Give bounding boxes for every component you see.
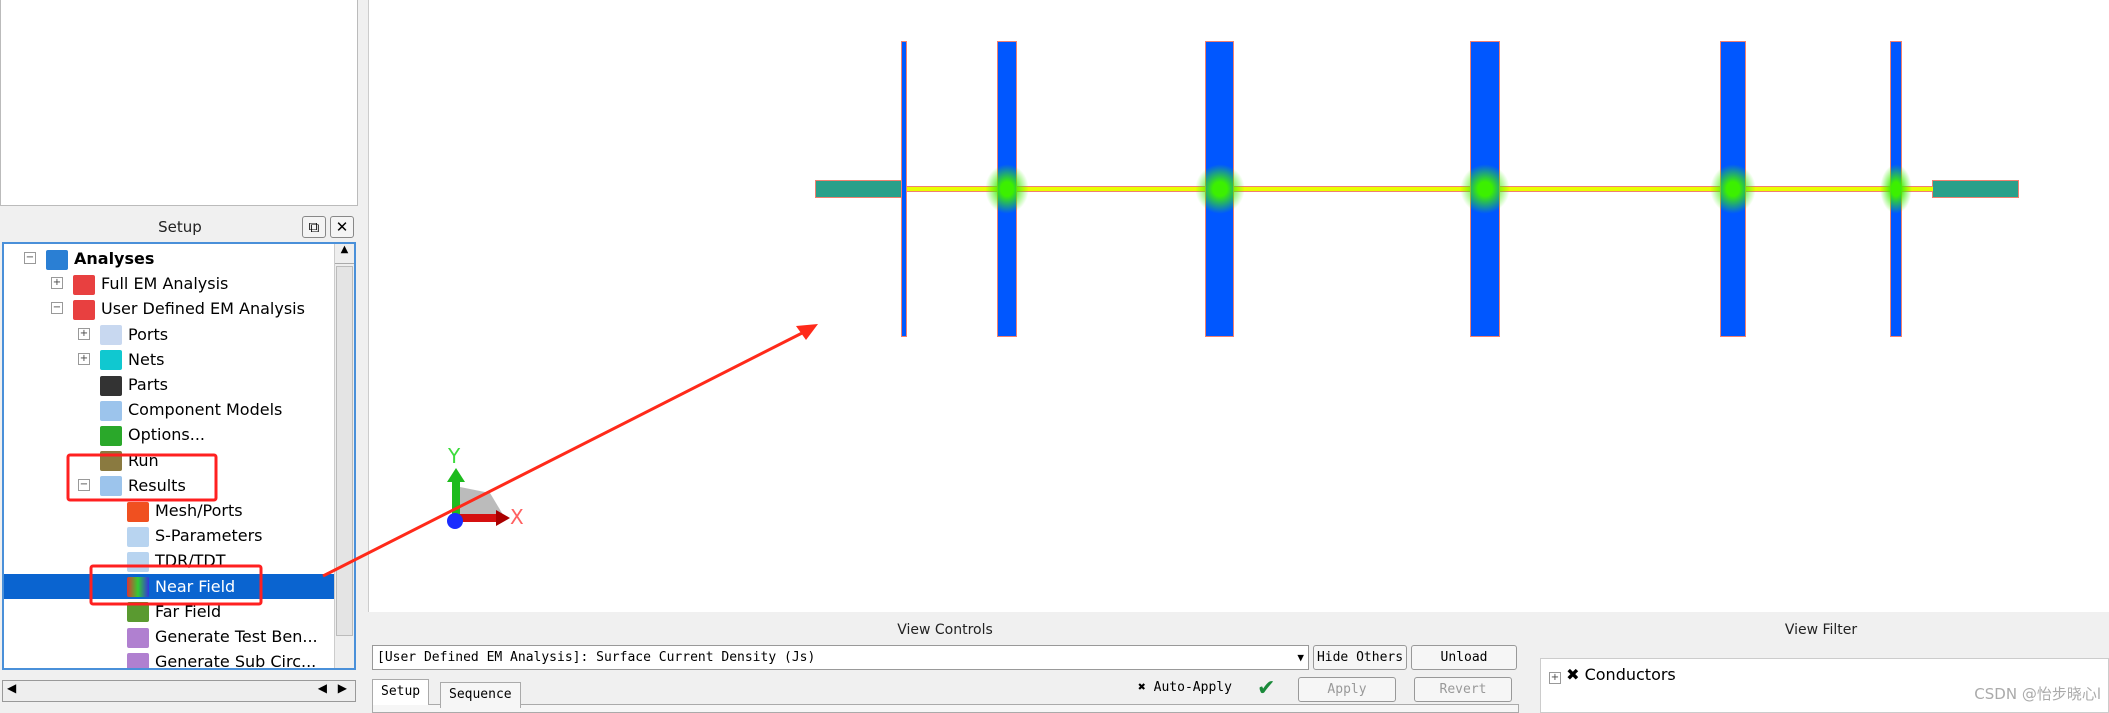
hide-others-button[interactable]: Hide Others [1313,645,1407,670]
tree-item[interactable]: Generate Test Ben... [127,624,318,649]
tree-horizontal-scrollbar[interactable]: ◀ ◀ ▶ [2,680,356,702]
checkbox-checked-icon[interactable]: ✖ [1566,665,1579,684]
axis-y-label: Y [447,444,461,468]
annotation-arrow [322,326,813,578]
unload-button[interactable]: Unload [1411,645,1517,670]
waveform-icon [127,627,149,648]
chevron-down-icon[interactable]: ▼ [1297,646,1304,669]
watermark: CSDN @怡步晓心l [1974,685,2101,703]
view-controls-title: View Controls [897,622,993,638]
expand-icon[interactable]: + [1549,672,1561,684]
highlight-box-results [66,453,218,502]
tree-item-label: Generate Sub Circ... [155,652,317,670]
checkbox-checked-icon: ✖ [1138,680,1146,695]
auto-apply-checkbox[interactable]: ✖ Auto-Apply [1138,680,1232,695]
apply-button[interactable]: Apply [1298,677,1396,702]
view-filter-title: View Filter [1784,622,1858,638]
axis-triad: Y X [447,444,524,529]
result-select-value: [User Defined EM Analysis]: Surface Curr… [377,650,816,665]
tree-item-label: Generate Test Ben... [155,627,318,646]
tab-sequence[interactable]: Sequence [440,682,521,708]
tab-setup[interactable]: Setup [372,679,430,705]
waveform-icon [127,652,149,668]
highlight-box-near-field [89,564,263,606]
apply-check-icon: ✔ [1257,676,1276,701]
annotation-arrowhead [796,324,818,340]
filter-item-label: Conductors [1584,665,1676,684]
auto-apply-label: Auto-Apply [1153,680,1232,695]
result-select[interactable]: [User Defined EM Analysis]: Surface Curr… [372,645,1309,670]
tree-item[interactable]: Generate Sub Circ... [127,649,317,670]
revert-button[interactable]: Revert [1414,677,1512,702]
filter-item-conductors[interactable]: + ✖ Conductors [1549,665,1676,684]
axis-x-label: X [510,505,524,529]
